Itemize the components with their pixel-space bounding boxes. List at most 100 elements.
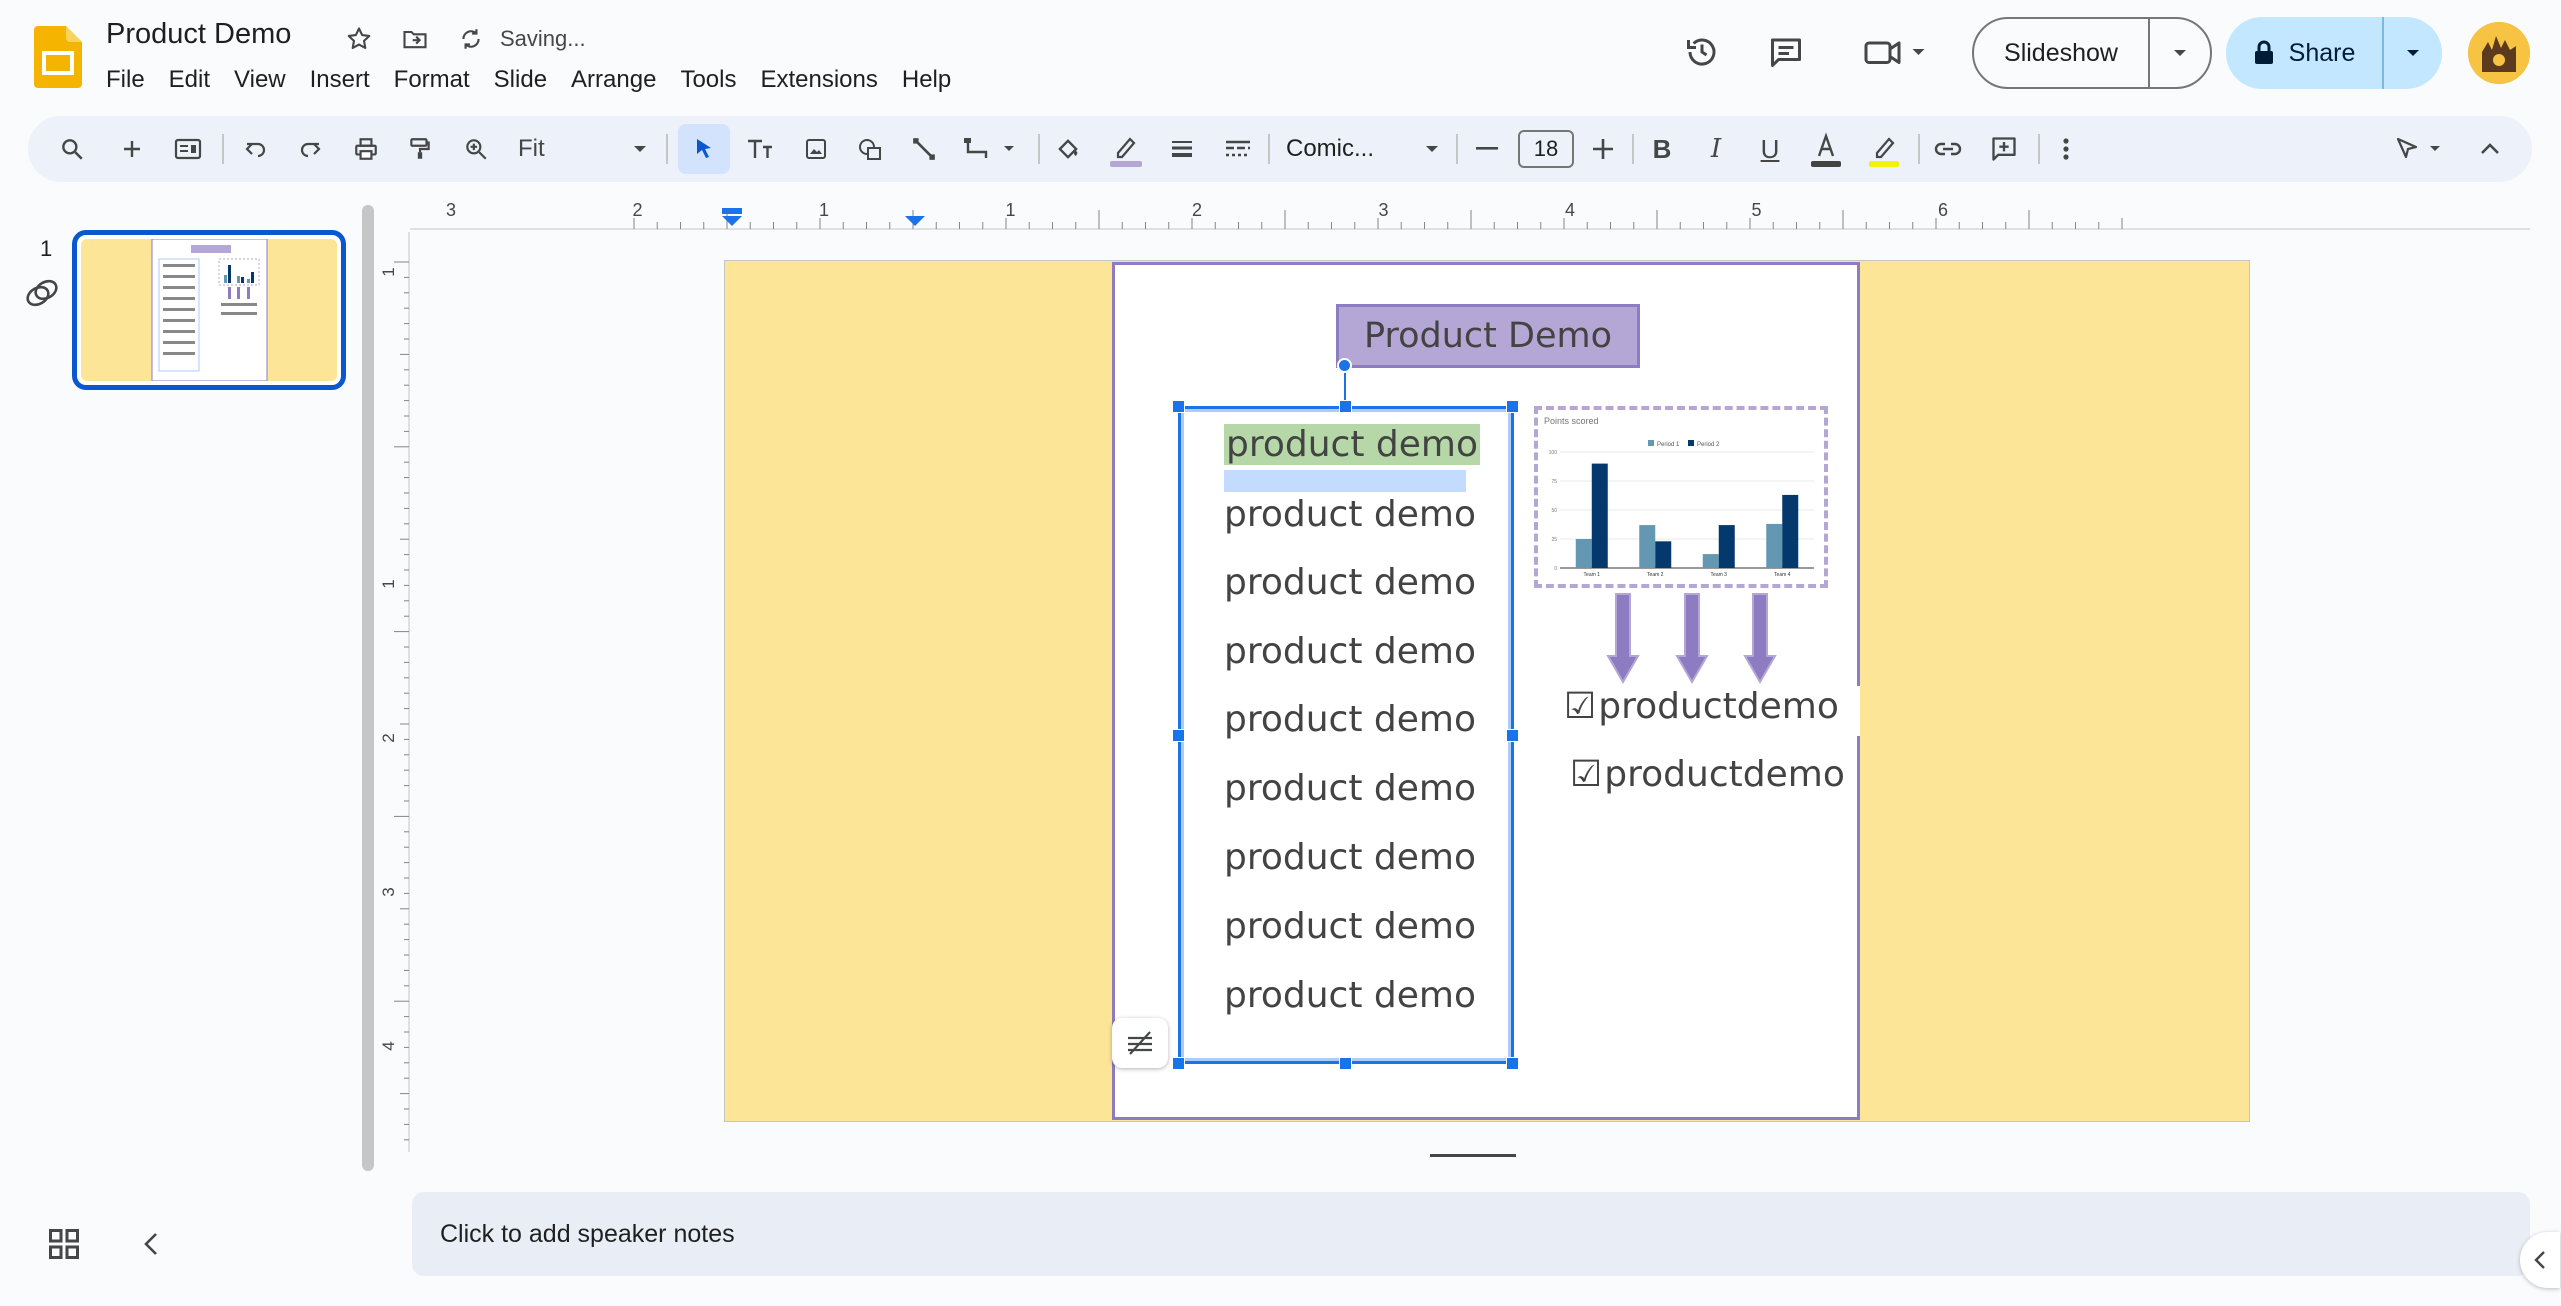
meet-camera-icon[interactable] bbox=[1856, 28, 1936, 76]
resize-handle-bottom[interactable] bbox=[1339, 1057, 1352, 1070]
right-indent-marker[interactable] bbox=[905, 216, 925, 226]
menu-view[interactable]: View bbox=[222, 62, 298, 98]
text-line[interactable]: product demo bbox=[1224, 562, 1476, 603]
move-to-folder-icon[interactable] bbox=[398, 22, 432, 56]
connector-icon[interactable] bbox=[954, 116, 1030, 182]
menu-slide[interactable]: Slide bbox=[482, 62, 559, 98]
text-line[interactable]: product demo bbox=[1224, 424, 1480, 465]
indent-marker[interactable] bbox=[722, 216, 742, 226]
menu-extensions[interactable]: Extensions bbox=[748, 62, 889, 98]
menu-help[interactable]: Help bbox=[890, 62, 963, 98]
underline-icon[interactable]: U bbox=[1746, 116, 1794, 182]
ruler-label: 5 bbox=[1751, 200, 1761, 220]
zoom-icon[interactable] bbox=[452, 116, 500, 182]
slideshow-button[interactable]: Slideshow bbox=[1972, 17, 2212, 89]
resize-handle-bottom-right[interactable] bbox=[1506, 1057, 1519, 1070]
italic-icon[interactable]: I bbox=[1692, 116, 1740, 182]
chart-bar bbox=[1702, 554, 1719, 568]
horizontal-ruler[interactable]: 3 2 1 1 2 3 4 5 6 bbox=[410, 200, 2530, 230]
slides-logo-icon[interactable] bbox=[34, 26, 82, 88]
fill-color-icon[interactable] bbox=[1044, 116, 1092, 182]
new-slide-icon[interactable] bbox=[108, 116, 156, 182]
menu-format[interactable]: Format bbox=[382, 62, 482, 98]
document-title[interactable]: Product Demo bbox=[106, 18, 291, 51]
redo-icon[interactable] bbox=[286, 116, 334, 182]
vertical-ruler[interactable]: 1 1 2 3 4 bbox=[380, 232, 410, 1152]
text-box-icon[interactable] bbox=[736, 116, 784, 182]
autofit-options-button[interactable] bbox=[1112, 1018, 1168, 1068]
down-arrow-shape[interactable] bbox=[1606, 592, 1640, 684]
menu-edit[interactable]: Edit bbox=[157, 62, 222, 98]
version-history-icon[interactable] bbox=[1678, 28, 1726, 76]
more-options-icon[interactable] bbox=[2046, 116, 2086, 182]
checklist-item[interactable]: ☑ productdemo bbox=[1570, 754, 1845, 795]
text-line[interactable]: product demo bbox=[1224, 768, 1476, 809]
collapse-toolbar-icon[interactable] bbox=[2468, 116, 2512, 182]
rotate-handle[interactable] bbox=[1337, 358, 1352, 373]
slide-thumbnail[interactable] bbox=[72, 230, 346, 390]
select-tool-icon[interactable] bbox=[678, 124, 730, 174]
text-line[interactable]: product demo bbox=[1224, 975, 1476, 1016]
notes-resize-handle[interactable] bbox=[1430, 1154, 1516, 1157]
border-weight-icon[interactable] bbox=[1158, 116, 1206, 182]
menu-tools[interactable]: Tools bbox=[668, 62, 748, 98]
slideshow-dropdown-icon[interactable] bbox=[2150, 47, 2210, 59]
text-line[interactable]: product demo bbox=[1224, 906, 1476, 947]
insert-link-icon[interactable] bbox=[1924, 116, 1972, 182]
text-line[interactable]: product demo bbox=[1224, 494, 1476, 535]
text-line[interactable]: product demo bbox=[1224, 837, 1476, 878]
down-arrow-shape[interactable] bbox=[1675, 592, 1709, 684]
resize-handle-top-left[interactable] bbox=[1172, 400, 1185, 413]
resize-handle-left[interactable] bbox=[1172, 729, 1185, 742]
insert-image-icon[interactable] bbox=[792, 116, 840, 182]
text-line[interactable]: product demo bbox=[1224, 699, 1476, 740]
resize-handle-bottom-left[interactable] bbox=[1172, 1057, 1185, 1070]
embedded-chart[interactable]: Points scored Period 1 Period 2 0 25 50 75 100 T… bbox=[1534, 406, 1828, 588]
editing-mode-icon[interactable] bbox=[2388, 116, 2458, 182]
zoom-select[interactable]: Fit bbox=[508, 116, 658, 182]
resize-handle-top[interactable] bbox=[1339, 400, 1352, 413]
chart-bar bbox=[1639, 525, 1656, 568]
bold-icon[interactable]: B bbox=[1638, 116, 1686, 182]
font-family-select[interactable]: Comic... bbox=[1278, 116, 1448, 182]
decrease-font-size-icon[interactable] bbox=[1464, 116, 1510, 182]
increase-font-size-icon[interactable] bbox=[1580, 116, 1626, 182]
x-tick-label: Team 1 bbox=[1584, 572, 1601, 578]
down-arrow-shape[interactable] bbox=[1743, 592, 1777, 684]
menu-file[interactable]: File bbox=[94, 62, 157, 98]
y-tick-label: 75 bbox=[1551, 479, 1557, 485]
border-color-icon[interactable] bbox=[1100, 116, 1152, 182]
account-avatar[interactable] bbox=[2468, 22, 2530, 84]
chart-bar bbox=[1575, 539, 1592, 568]
highlight-color-icon[interactable] bbox=[1858, 116, 1910, 182]
comments-icon[interactable] bbox=[1762, 28, 1810, 76]
slide-title[interactable]: Product Demo bbox=[1336, 304, 1640, 368]
menu-insert[interactable]: Insert bbox=[298, 62, 382, 98]
share-button[interactable]: Share bbox=[2226, 17, 2442, 89]
resize-handle-right[interactable] bbox=[1506, 729, 1519, 742]
slideshow-label[interactable]: Slideshow bbox=[1974, 19, 2150, 87]
paint-format-icon[interactable] bbox=[396, 116, 444, 182]
grid-view-icon[interactable] bbox=[46, 1226, 82, 1262]
border-dash-icon[interactable] bbox=[1214, 116, 1262, 182]
search-menus-icon[interactable] bbox=[48, 116, 96, 182]
filmstrip-scrollbar[interactable] bbox=[362, 205, 374, 1171]
share-dropdown-icon[interactable] bbox=[2384, 47, 2442, 59]
print-icon[interactable] bbox=[342, 116, 390, 182]
collapse-filmstrip-icon[interactable] bbox=[136, 1226, 168, 1262]
star-icon[interactable] bbox=[342, 22, 376, 56]
text-line[interactable]: product demo bbox=[1224, 631, 1476, 672]
checklist-item[interactable]: ☑ productdemo bbox=[1564, 686, 1839, 727]
line-icon[interactable] bbox=[900, 116, 948, 182]
speaker-notes[interactable]: Click to add speaker notes bbox=[412, 1192, 2530, 1276]
y-tick-label: 25 bbox=[1551, 537, 1557, 543]
resize-handle-top-right[interactable] bbox=[1506, 400, 1519, 413]
layout-icon[interactable] bbox=[164, 116, 212, 182]
menu-arrange[interactable]: Arrange bbox=[559, 62, 668, 98]
add-comment-icon[interactable] bbox=[1980, 116, 2028, 182]
shape-icon[interactable] bbox=[846, 116, 894, 182]
font-size-input[interactable]: 18 bbox=[1518, 130, 1574, 168]
text-color-icon[interactable] bbox=[1800, 116, 1852, 182]
first-line-indent-marker[interactable] bbox=[722, 208, 742, 214]
undo-icon[interactable] bbox=[232, 116, 280, 182]
